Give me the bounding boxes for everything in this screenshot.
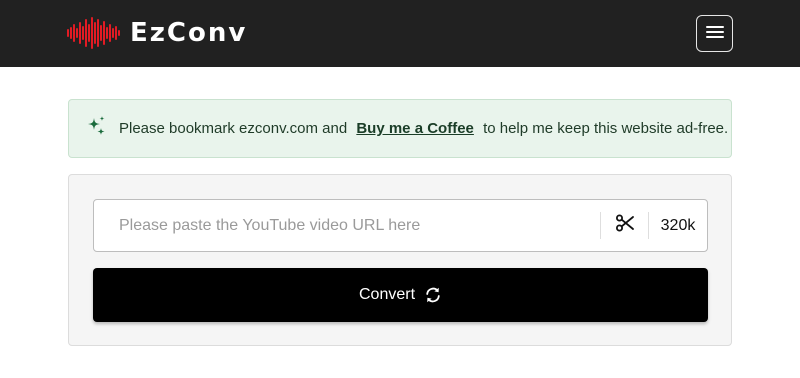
- url-input-group: 320k: [93, 199, 708, 252]
- brand[interactable]: EzConv: [66, 17, 247, 49]
- navbar: EzConv: [0, 0, 800, 67]
- notice-text-after: to help me keep this website ad-free.: [483, 120, 729, 137]
- convert-label: Convert: [358, 286, 416, 303]
- converter-card: 320k Convert: [68, 174, 732, 346]
- buy-me-a-coffee-link[interactable]: Buy me a Coffee: [356, 120, 474, 137]
- menu-toggle-button[interactable]: [696, 15, 733, 52]
- brand-name: EzConv: [130, 18, 248, 48]
- bookmark-notice: Please bookmark ezconv.com and Buy me a …: [68, 99, 732, 158]
- trim-button[interactable]: [601, 200, 648, 251]
- scissors-icon: [615, 213, 635, 238]
- notice-text: Please bookmark ezconv.com and Buy me a …: [119, 120, 728, 137]
- quality-selector[interactable]: 320k: [649, 200, 707, 251]
- refresh-icon: [424, 286, 442, 304]
- notice-text-before: Please bookmark ezconv.com and: [119, 120, 348, 137]
- youtube-url-input[interactable]: [94, 200, 600, 251]
- soundwave-icon: [66, 17, 122, 49]
- convert-button[interactable]: Convert: [93, 268, 708, 322]
- sparkles-icon: [85, 115, 107, 142]
- hamburger-menu-icon: [705, 25, 724, 42]
